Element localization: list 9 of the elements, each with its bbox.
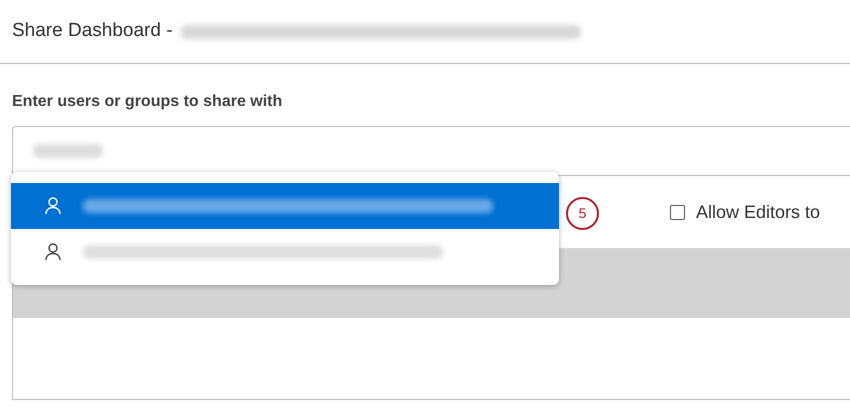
checkbox-label: Allow Editors to [696,200,820,224]
suggestion-item[interactable] [11,183,559,229]
user-icon [45,243,61,261]
dialog-title: Share Dashboard - [12,19,173,44]
step-number-badge: 5 [566,197,599,230]
redacted-text [33,144,103,158]
user-icon [45,197,61,215]
field-label: Enter users or groups to share with [11,92,284,112]
checkbox[interactable] [670,204,685,220]
